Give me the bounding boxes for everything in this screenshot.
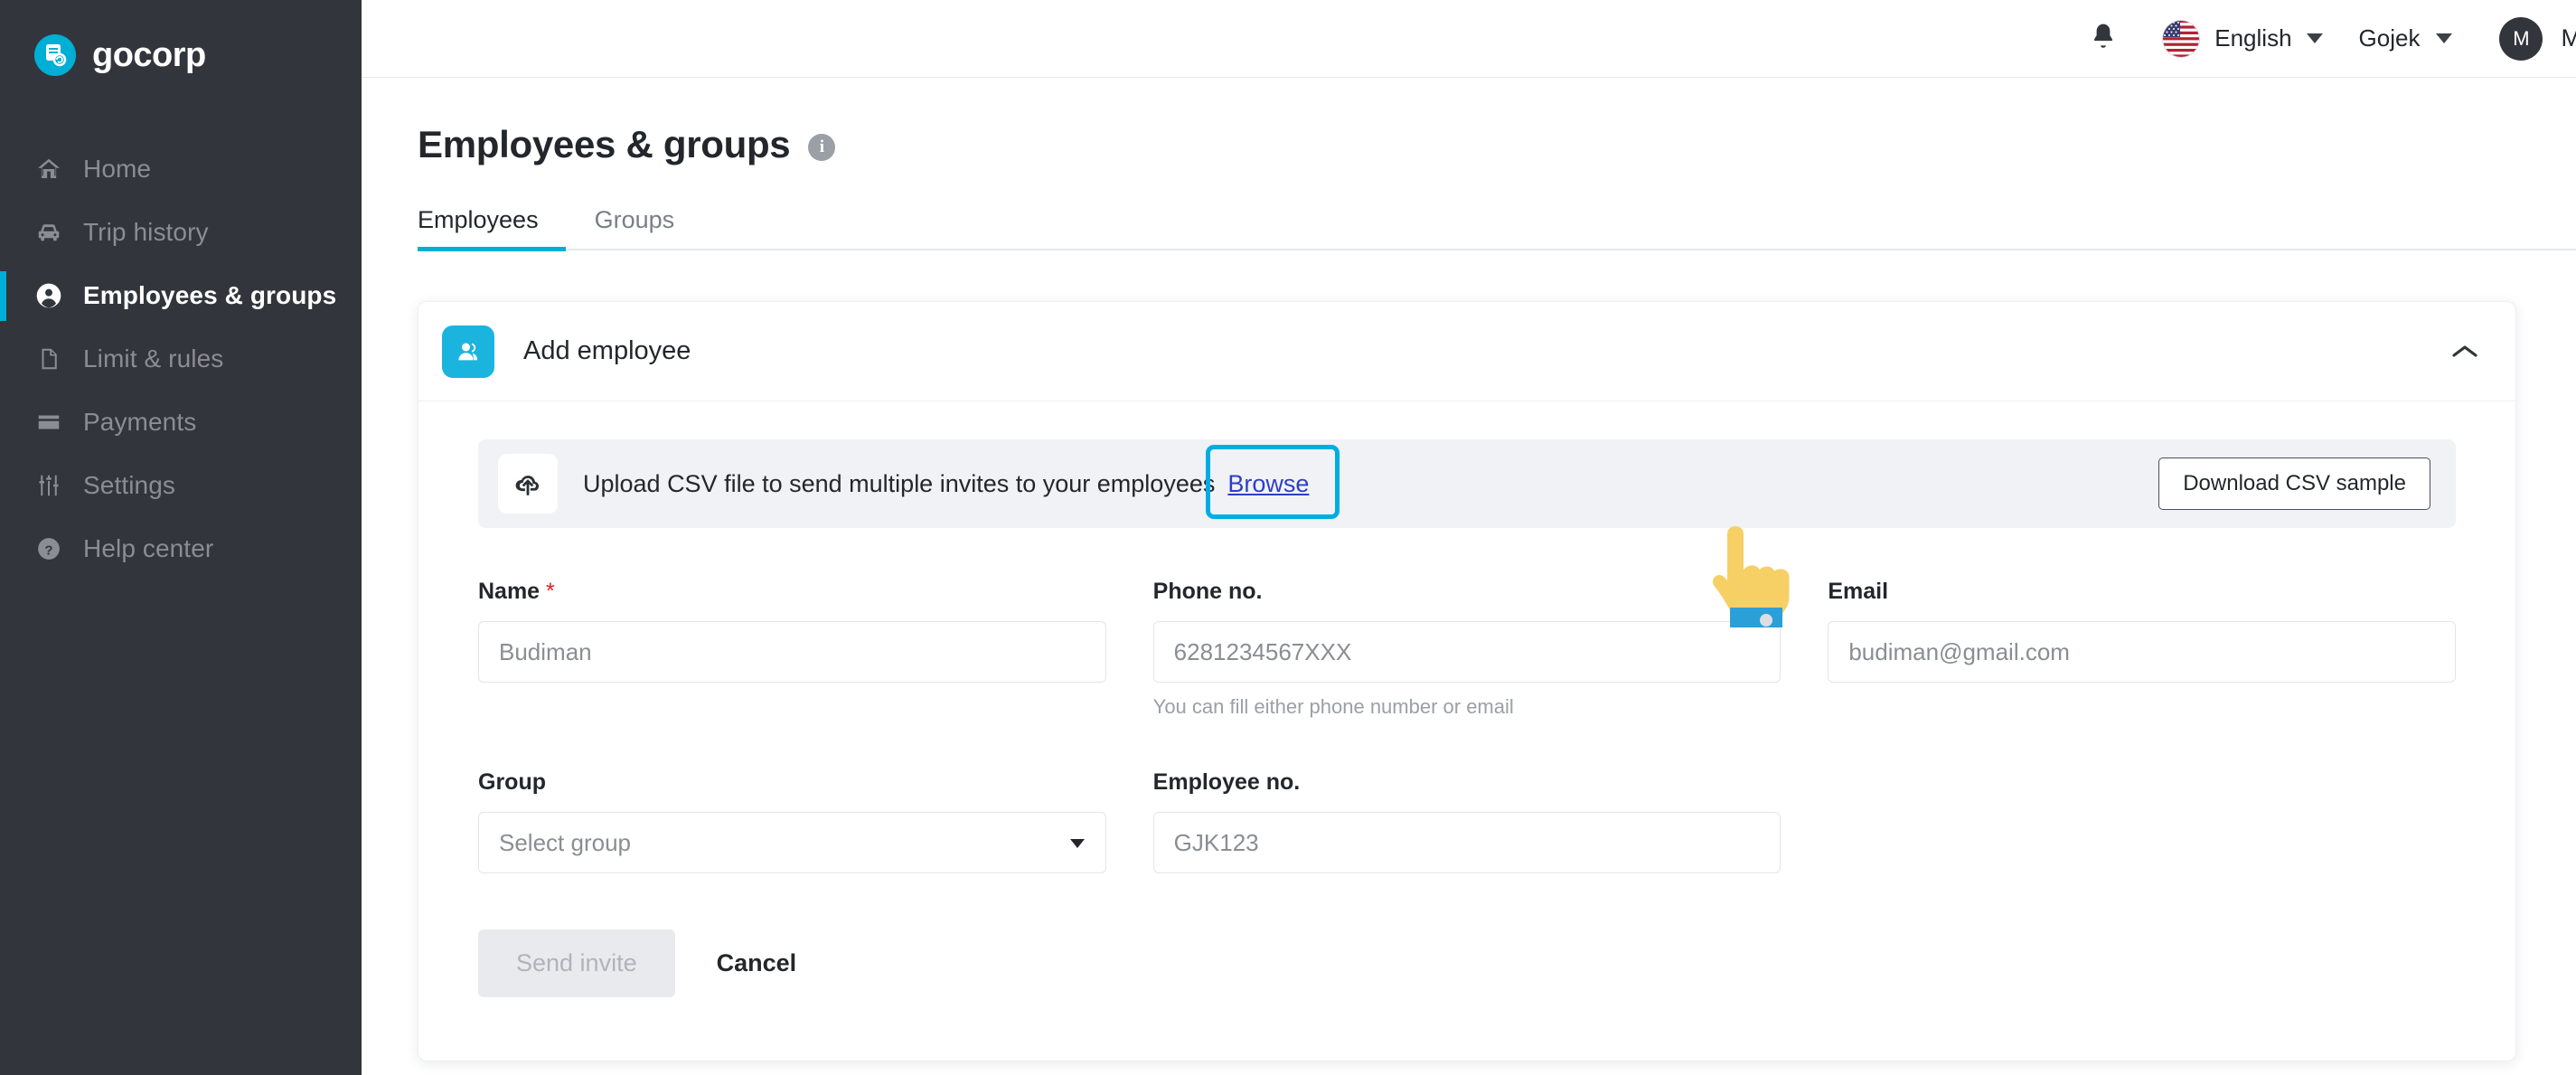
- app-root: gocorp Home Trip history Employees & gro…: [0, 0, 2576, 1075]
- brand[interactable]: gocorp: [0, 0, 362, 78]
- browse-wrapper: Browse: [1206, 444, 1340, 519]
- sidebar-item-employees-groups[interactable]: Employees & groups: [0, 264, 362, 327]
- avatar: M: [2499, 16, 2543, 61]
- field-phone: Phone no. You can fill either phone numb…: [1152, 579, 1782, 719]
- tab-bar: Employees Groups: [418, 206, 2576, 251]
- name-label: Name *: [478, 579, 1106, 605]
- page-header: Employees & groups i: [418, 78, 2576, 166]
- add-employee-card-title: Add employee: [523, 336, 691, 365]
- csv-upload-text: Upload CSV file to send multiple invites…: [583, 469, 1216, 497]
- add-employee-card-header[interactable]: Add employee: [418, 302, 2515, 401]
- csv-upload-bar: Upload CSV file to send multiple invites…: [478, 439, 2456, 528]
- required-marker: *: [546, 579, 555, 604]
- name-label-text: Name: [478, 579, 541, 604]
- sidebar-item-label: Employees & groups: [83, 281, 337, 309]
- sidebar-item-label: Trip history: [83, 218, 209, 246]
- field-spacer: [1828, 769, 2456, 873]
- download-csv-sample-button[interactable]: Download CSV sample: [2158, 457, 2430, 510]
- field-email: Email: [1828, 579, 2457, 719]
- sidebar-item-label: Settings: [83, 471, 175, 499]
- name-input[interactable]: [478, 621, 1106, 683]
- info-icon[interactable]: i: [808, 134, 836, 161]
- employee-no-input[interactable]: [1152, 812, 1782, 873]
- gocorp-logo-icon: [34, 34, 76, 76]
- chevron-up-icon[interactable]: [2452, 344, 2477, 360]
- sidebar-nav: Home Trip history Employees & groups Lim…: [0, 137, 362, 580]
- sidebar-item-help-center[interactable]: ? Help center: [0, 517, 362, 580]
- sidebar: gocorp Home Trip history Employees & gro…: [0, 0, 362, 1075]
- add-employee-card: Add employee Upload CSV file to send mul…: [418, 301, 2516, 1061]
- user-name: Mitsalina: [2561, 24, 2576, 52]
- sidebar-item-label: Limit & rules: [83, 344, 224, 372]
- top-bar: English Gojek M Mitsalina: [362, 0, 2576, 78]
- field-group: Group: [478, 769, 1106, 873]
- main-area: English Gojek M Mitsalina Employees & gr…: [362, 0, 2576, 1075]
- employee-no-label: Employee no.: [1152, 769, 1301, 795]
- sidebar-item-payments[interactable]: Payments: [0, 391, 362, 454]
- employee-avatar-icon: [442, 325, 494, 378]
- sidebar-item-label: Payments: [83, 408, 197, 436]
- company-selector[interactable]: Gojek: [2359, 24, 2453, 52]
- sidebar-item-settings[interactable]: Settings: [0, 454, 362, 517]
- user-circle-icon: [34, 281, 63, 310]
- phone-input[interactable]: [1152, 621, 1782, 683]
- credit-card-icon: [34, 408, 63, 437]
- chevron-down-icon: [2436, 33, 2453, 43]
- browse-link[interactable]: Browse: [1227, 470, 1309, 497]
- car-icon: [34, 218, 63, 247]
- sidebar-item-label: Help center: [83, 534, 214, 562]
- phone-label: Phone no.: [1152, 579, 1263, 604]
- email-input[interactable]: [1828, 621, 2457, 683]
- bell-icon[interactable]: [2088, 21, 2119, 56]
- company-label: Gojek: [2358, 24, 2421, 52]
- cancel-button[interactable]: Cancel: [717, 949, 797, 977]
- field-employee-no: Employee no.: [1152, 769, 1782, 873]
- user-menu[interactable]: M Mitsalina: [2499, 16, 2576, 61]
- page-title: Employees & groups: [418, 123, 791, 165]
- csv-upload-text-group: Upload CSV file to send multiple invites…: [583, 444, 2158, 519]
- sidebar-item-trip-history[interactable]: Trip history: [0, 201, 362, 264]
- group-select-wrapper: [478, 812, 1106, 873]
- document-icon: [34, 344, 63, 373]
- form-actions: Send invite Cancel: [478, 929, 2456, 997]
- field-name: Name *: [478, 579, 1106, 719]
- send-invite-button[interactable]: Send invite: [478, 929, 675, 997]
- cloud-upload-icon: [498, 454, 558, 514]
- tab-employees[interactable]: Employees: [418, 206, 566, 251]
- home-icon: [34, 155, 63, 184]
- tab-groups[interactable]: Groups: [595, 206, 702, 249]
- email-label: Email: [1828, 579, 1889, 604]
- group-label: Group: [478, 769, 546, 795]
- sliders-icon: [34, 471, 63, 500]
- phone-helper-text: You can fill either phone number or emai…: [1152, 695, 1514, 718]
- form-row-1: Name * Phone no. You can fill either pho…: [478, 579, 2457, 719]
- brand-name: gocorp: [92, 35, 206, 74]
- us-flag-icon: [2162, 20, 2200, 58]
- add-employee-form: Upload CSV file to send multiple invites…: [418, 401, 2515, 1061]
- sidebar-item-home[interactable]: Home: [0, 137, 362, 201]
- question-circle-icon: ?: [34, 534, 63, 563]
- sidebar-item-label: Home: [83, 155, 152, 183]
- sidebar-item-limit-rules[interactable]: Limit & rules: [0, 327, 362, 391]
- page-content: Employees & groups i Employees Groups Ad…: [362, 78, 2576, 1061]
- group-select[interactable]: [478, 812, 1106, 873]
- form-row-2: Group Employee no.: [478, 769, 2456, 873]
- language-selector[interactable]: English: [2162, 20, 2323, 58]
- language-label: English: [2214, 24, 2292, 52]
- chevron-down-icon: [2306, 33, 2323, 43]
- svg-text:?: ?: [44, 542, 52, 558]
